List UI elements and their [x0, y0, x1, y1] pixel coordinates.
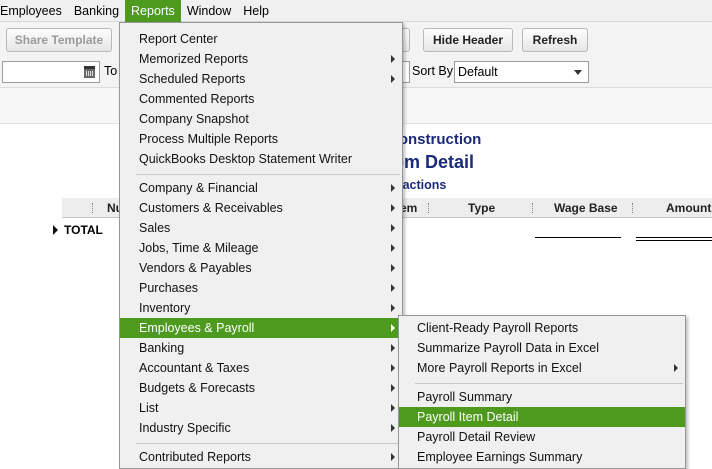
chevron-down-icon: [574, 70, 582, 75]
menu-item-accountant-taxes[interactable]: Accountant & Taxes: [120, 358, 402, 378]
menu-item-statement-writer[interactable]: QuickBooks Desktop Statement Writer: [120, 149, 402, 169]
menu-item-process-multiple-reports[interactable]: Process Multiple Reports: [120, 129, 402, 149]
menu-item-client-ready-payroll[interactable]: Client-Ready Payroll Reports: [399, 318, 685, 338]
submenu-arrow-icon: [391, 404, 395, 412]
menu-item-scheduled-reports[interactable]: Scheduled Reports: [120, 69, 402, 89]
submenu-arrow-icon: [674, 364, 678, 372]
menu-item-banking[interactable]: Banking: [120, 338, 402, 358]
sort-by-select[interactable]: Default: [454, 61, 589, 83]
hide-header-button[interactable]: Hide Header: [423, 28, 513, 52]
menu-window[interactable]: Window: [181, 0, 237, 22]
expand-arrow-icon[interactable]: [53, 225, 58, 235]
menu-item-vendors-payables[interactable]: Vendors & Payables: [120, 258, 402, 278]
submenu-arrow-icon: [391, 453, 395, 461]
menu-item-employees-payroll[interactable]: Employees & Payroll: [120, 318, 402, 338]
menu-item-report-center[interactable]: Report Center: [120, 29, 402, 49]
total-double-underline: [636, 240, 712, 241]
submenu-arrow-icon: [391, 304, 395, 312]
menu-item-payroll-summary[interactable]: Payroll Summary: [399, 387, 685, 407]
column-header-wage-base[interactable]: Wage Base: [554, 201, 618, 215]
menu-divider: [136, 443, 400, 444]
menu-bar: Employees Banking Reports Window Help: [0, 0, 712, 22]
submenu-arrow-icon: [391, 204, 395, 212]
to-date-input[interactable]: [402, 61, 410, 83]
column-separator[interactable]: [428, 203, 430, 213]
column-header-type[interactable]: Type: [468, 201, 495, 215]
column-separator[interactable]: [532, 203, 534, 213]
menu-divider: [136, 174, 400, 175]
submenu-arrow-icon: [391, 424, 395, 432]
menu-banking[interactable]: Banking: [68, 0, 125, 22]
menu-item-employee-earnings-summary[interactable]: Employee Earnings Summary: [399, 447, 685, 467]
menu-item-list[interactable]: List: [120, 398, 402, 418]
menu-divider: [415, 383, 683, 384]
reports-menu: Report Center Memorized Reports Schedule…: [119, 22, 403, 469]
menu-item-summarize-payroll-excel[interactable]: Summarize Payroll Data in Excel: [399, 338, 685, 358]
menu-item-customers-receivables[interactable]: Customers & Receivables: [120, 198, 402, 218]
menu-item-company-financial[interactable]: Company & Financial: [120, 178, 402, 198]
payroll-submenu: Client-Ready Payroll Reports Summarize P…: [398, 315, 686, 469]
menu-item-contributed-reports[interactable]: Contributed Reports: [120, 447, 402, 467]
menu-item-commented-reports[interactable]: Commented Reports: [120, 89, 402, 109]
submenu-arrow-icon: [391, 264, 395, 272]
total-row-label: TOTAL: [64, 223, 103, 237]
column-separator[interactable]: [632, 203, 634, 213]
column-separator[interactable]: [92, 203, 94, 213]
share-template-button[interactable]: Share Template: [6, 28, 112, 52]
menu-item-inventory[interactable]: Inventory: [120, 298, 402, 318]
calendar-icon[interactable]: [84, 66, 95, 78]
menu-reports[interactable]: Reports: [125, 0, 181, 22]
from-date-input[interactable]: [2, 61, 100, 83]
submenu-arrow-icon: [391, 384, 395, 392]
submenu-arrow-icon: [391, 224, 395, 232]
sort-by-value: Default: [458, 65, 498, 79]
total-underline: [535, 237, 621, 238]
submenu-arrow-icon: [391, 364, 395, 372]
menu-item-company-snapshot[interactable]: Company Snapshot: [120, 109, 402, 129]
refresh-button[interactable]: Refresh: [522, 28, 588, 52]
submenu-arrow-icon: [391, 324, 395, 332]
menu-item-purchases[interactable]: Purchases: [120, 278, 402, 298]
to-label: To: [104, 64, 118, 78]
menu-item-industry-specific[interactable]: Industry Specific: [120, 418, 402, 438]
submenu-arrow-icon: [391, 184, 395, 192]
submenu-arrow-icon: [391, 55, 395, 63]
submenu-arrow-icon: [391, 244, 395, 252]
menu-item-more-payroll-excel[interactable]: More Payroll Reports in Excel: [399, 358, 685, 378]
menu-item-payroll-item-detail[interactable]: Payroll Item Detail: [399, 407, 685, 427]
column-header-amount[interactable]: Amount: [666, 201, 711, 215]
menu-item-budgets-forecasts[interactable]: Budgets & Forecasts: [120, 378, 402, 398]
menu-employees[interactable]: Employees: [0, 0, 68, 22]
submenu-arrow-icon: [391, 284, 395, 292]
sort-by-label: Sort By: [412, 64, 453, 78]
submenu-arrow-icon: [391, 344, 395, 352]
menu-item-jobs-time-mileage[interactable]: Jobs, Time & Mileage: [120, 238, 402, 258]
menu-item-payroll-detail-review[interactable]: Payroll Detail Review: [399, 427, 685, 447]
menu-item-memorized-reports[interactable]: Memorized Reports: [120, 49, 402, 69]
submenu-arrow-icon: [391, 75, 395, 83]
menu-help[interactable]: Help: [237, 0, 275, 22]
menu-item-sales[interactable]: Sales: [120, 218, 402, 238]
total-underline: [636, 237, 712, 238]
